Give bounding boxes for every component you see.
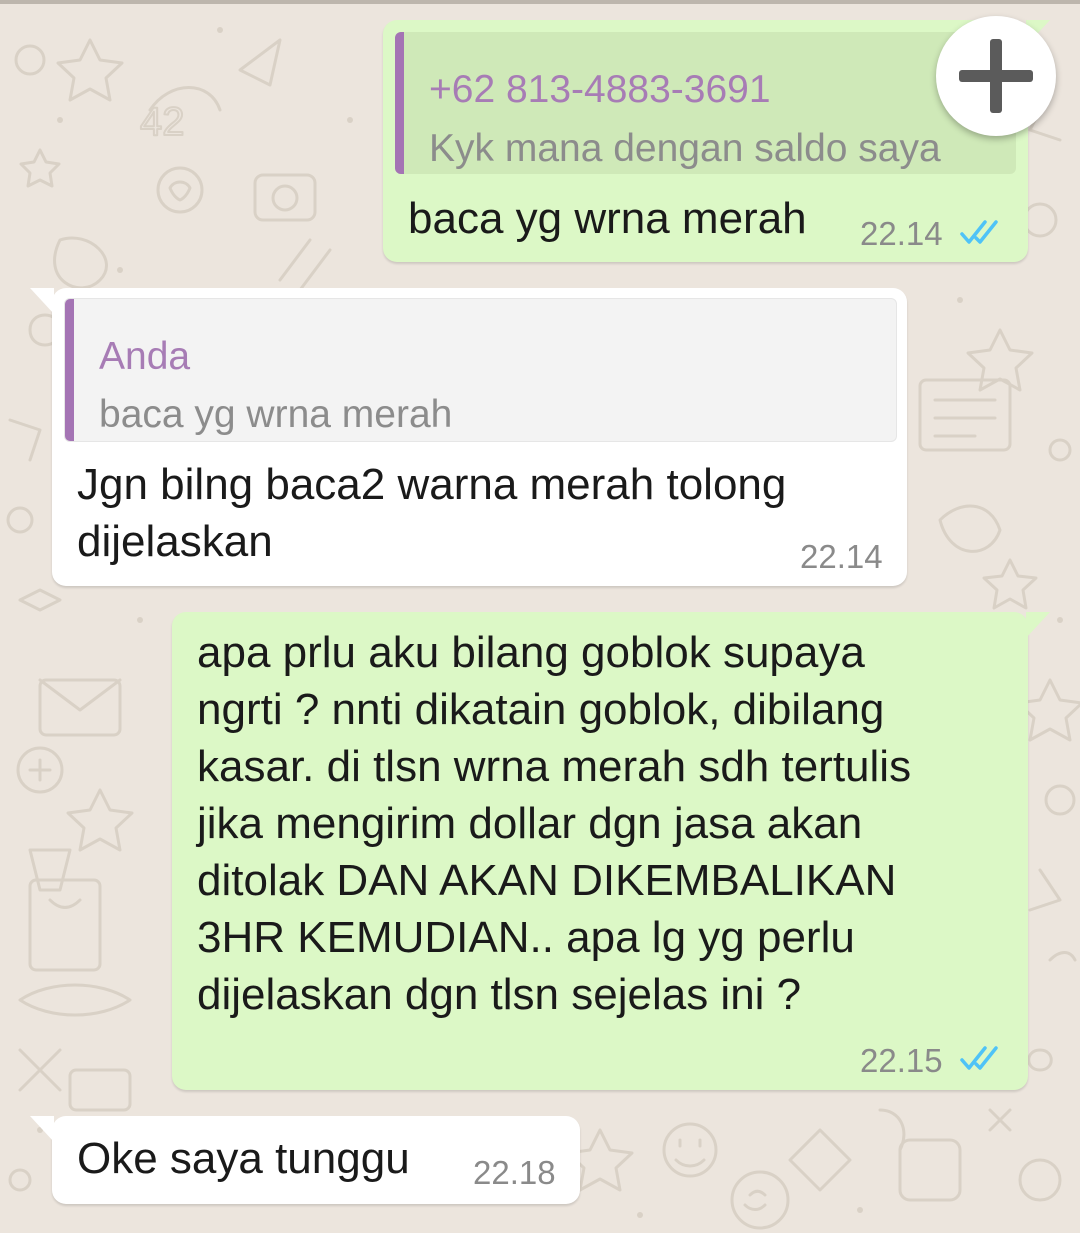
quote-author: Anda — [99, 335, 191, 378]
message-text: Jgn bilng baca2 warna merah tolong dijel… — [77, 456, 877, 570]
message-bubble-outgoing[interactable]: +62 813-4883-3691 Kyk mana dengan saldo … — [383, 20, 1050, 262]
double-check-read-icon — [960, 220, 998, 244]
bubble-tail — [30, 288, 54, 314]
message-timestamp: 22.18 — [473, 1154, 556, 1191]
message-line: 3HR KEMUDIAN.. apa lg yg perlu — [197, 913, 855, 962]
quote-author: +62 813-4883-3691 — [429, 68, 771, 111]
message-bubble-incoming[interactable]: Anda baca yg wrna merah Jgn bilng baca2 … — [30, 288, 907, 586]
message-line: dijelaskan — [77, 517, 273, 566]
message-bubble-incoming[interactable]: Oke saya tunggu 22.18 — [30, 1116, 580, 1204]
message-line: apa prlu aku bilang goblok supaya — [197, 628, 865, 677]
double-check-read-icon — [960, 1046, 998, 1070]
message-text: Oke saya tunggu — [77, 1134, 410, 1183]
message-timestamp: 22.14 — [860, 215, 943, 252]
quoted-message[interactable]: Anda baca yg wrna merah — [64, 298, 897, 442]
plus-icon-vertical — [990, 39, 1002, 113]
message-timestamp: 22.14 — [800, 538, 883, 575]
add-button[interactable] — [936, 16, 1056, 136]
quote-text: baca yg wrna merah — [99, 393, 453, 436]
message-line: Jgn bilng baca2 warna merah tolong — [77, 460, 787, 509]
message-line: ngrti ? nnti dikatain goblok, dibilang — [197, 685, 885, 734]
bubble-tail — [1026, 612, 1050, 638]
bubble-tail — [30, 1116, 54, 1142]
message-line: jika mengirim dollar dgn jasa akan — [197, 799, 863, 848]
quoted-message[interactable]: +62 813-4883-3691 Kyk mana dengan saldo … — [395, 32, 1016, 174]
message-line: ditolak DAN AKAN DIKEMBALIKAN — [197, 856, 897, 905]
message-line: dijelaskan dgn tlsn sejelas ini ? — [197, 970, 802, 1019]
quote-accent-bar — [395, 32, 404, 174]
svg-text:42: 42 — [140, 100, 185, 144]
message-bubble-outgoing[interactable]: apa prlu aku bilang goblok supaya ngrti … — [172, 612, 1050, 1090]
message-line: kasar. di tlsn wrna merah sdh tertulis — [197, 742, 912, 791]
message-text: baca yg wrna merah — [408, 194, 807, 243]
message-text: apa prlu aku bilang goblok supaya ngrti … — [197, 624, 1017, 1023]
top-divider — [0, 0, 1080, 4]
quote-text: Kyk mana dengan saldo saya — [429, 127, 941, 170]
message-timestamp: 22.15 — [860, 1042, 943, 1079]
quote-accent-bar — [65, 299, 74, 441]
